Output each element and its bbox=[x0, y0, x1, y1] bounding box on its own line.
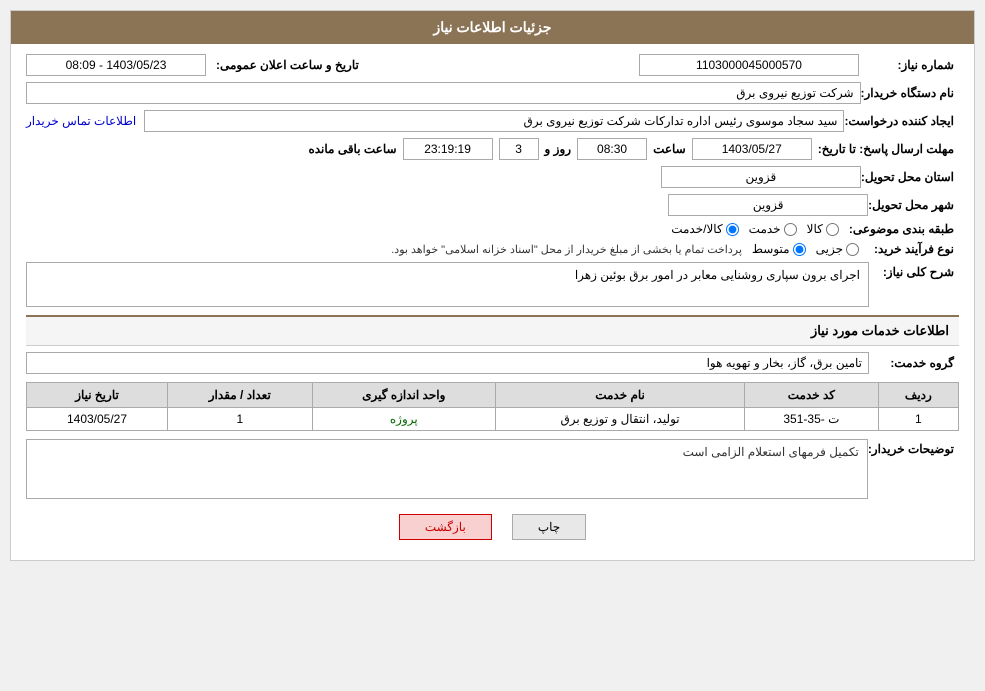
cell-tarikh: 1403/05/27 bbox=[27, 408, 168, 431]
tabaghe-khadamat[interactable]: خدمت bbox=[749, 222, 797, 236]
sharh-label: شرح کلی نیاز: bbox=[869, 262, 959, 279]
ijad-value: سید سجاد موسوی رئیس اداره تدارکات شرکت ت… bbox=[144, 110, 844, 132]
tabaghe-label: طبقه بندی موضوعی: bbox=[849, 222, 959, 236]
col-code: کد خدمت bbox=[745, 383, 879, 408]
goroh-value: تامین برق، گاز، بخار و تهویه هوا bbox=[26, 352, 869, 374]
services-table: ردیف کد خدمت نام خدمت واحد اندازه گیری ت… bbox=[26, 382, 959, 431]
col-tarikh: تاریخ نیاز bbox=[27, 383, 168, 408]
col-radif: ردیف bbox=[878, 383, 958, 408]
mohlat-baaghi: 23:19:19 bbox=[403, 138, 493, 160]
tabaghe-kala-radio[interactable] bbox=[826, 223, 839, 236]
tabaghe-kala-khadamat[interactable]: کالا/خدمت bbox=[671, 222, 738, 236]
cell-radif: 1 bbox=[878, 408, 958, 431]
cell-code: ت -35-351 bbox=[745, 408, 879, 431]
mohlat-date: 1403/05/27 bbox=[692, 138, 812, 160]
col-tedad: تعداد / مقدار bbox=[168, 383, 313, 408]
goroh-label: گروه خدمت: bbox=[869, 356, 959, 370]
mohlat-baaghi-label: ساعت باقی مانده bbox=[308, 142, 396, 156]
back-button[interactable]: بازگشت bbox=[399, 514, 492, 540]
print-button[interactable]: چاپ bbox=[512, 514, 586, 540]
cell-name: تولید، انتقال و توزیع برق bbox=[495, 408, 744, 431]
mohlat-label: مهلت ارسال پاسخ: تا تاریخ: bbox=[818, 142, 959, 156]
ostaan-label: استان محل تحویل: bbox=[861, 170, 959, 184]
naam-dastgaah-label: نام دستگاه خریدار: bbox=[861, 86, 960, 100]
tarikho-saat-label: تاریخ و ساعت اعلان عمومی: bbox=[216, 58, 364, 72]
tosif-label: توضیحات خریدار: bbox=[868, 439, 959, 456]
mohlat-rooz: 3 bbox=[499, 138, 539, 160]
nooe-jozi[interactable]: جزیی bbox=[816, 242, 859, 256]
tosif-value: تکمیل فرمهای استعلام الزامی است bbox=[26, 439, 868, 499]
ostaan-value: قزوین bbox=[661, 166, 861, 188]
ijad-label: ایجاد کننده درخواست: bbox=[844, 114, 959, 128]
col-name: نام خدمت bbox=[495, 383, 744, 408]
tabaghe-kala-khadamat-radio[interactable] bbox=[726, 223, 739, 236]
cell-tedad: 1 bbox=[168, 408, 313, 431]
nooe-mootasset-radio[interactable] bbox=[793, 243, 806, 256]
col-unit: واحد اندازه گیری bbox=[312, 383, 495, 408]
ijad-link[interactable]: اطلاعات تماس خریدار bbox=[26, 114, 136, 128]
sharh-value: اجرای برون سپاری روشنایی معابر در امور ب… bbox=[26, 262, 869, 307]
table-row: 1 ت -35-351 تولید، انتقال و توزیع برق پر… bbox=[27, 408, 959, 431]
tabaghe-kala[interactable]: کالا bbox=[807, 222, 839, 236]
nooe-label: نوع فرآیند خرید: bbox=[869, 242, 959, 256]
shmaare-value: 1103000045000570 bbox=[639, 54, 859, 76]
nooe-jozi-radio[interactable] bbox=[846, 243, 859, 256]
nooe-note: پرداخت تمام یا بخشی از مبلغ خریدار از مح… bbox=[391, 243, 742, 256]
mohlat-rooz-label: روز و bbox=[545, 142, 572, 156]
mohlat-saat: 08:30 bbox=[577, 138, 647, 160]
tabaghe-khadamat-radio[interactable] bbox=[784, 223, 797, 236]
shahr-value: قزوین bbox=[668, 194, 868, 216]
page-header: جزئیات اطلاعات نیاز bbox=[11, 11, 974, 44]
khadamat-header: اطلاعات خدمات مورد نیاز bbox=[26, 315, 959, 346]
tarikho-saat-value: 1403/05/23 - 08:09 bbox=[26, 54, 206, 76]
cell-unit: پروژه bbox=[312, 408, 495, 431]
mohlat-saat-label: ساعت bbox=[653, 142, 686, 156]
shahr-label: شهر محل تحویل: bbox=[868, 198, 959, 212]
naam-dastgaah-value: شرکت توزیع نیروی برق bbox=[26, 82, 861, 104]
nooe-mootasset[interactable]: متوسط bbox=[752, 242, 806, 256]
shmaare-label: شماره نیاز: bbox=[869, 58, 959, 72]
